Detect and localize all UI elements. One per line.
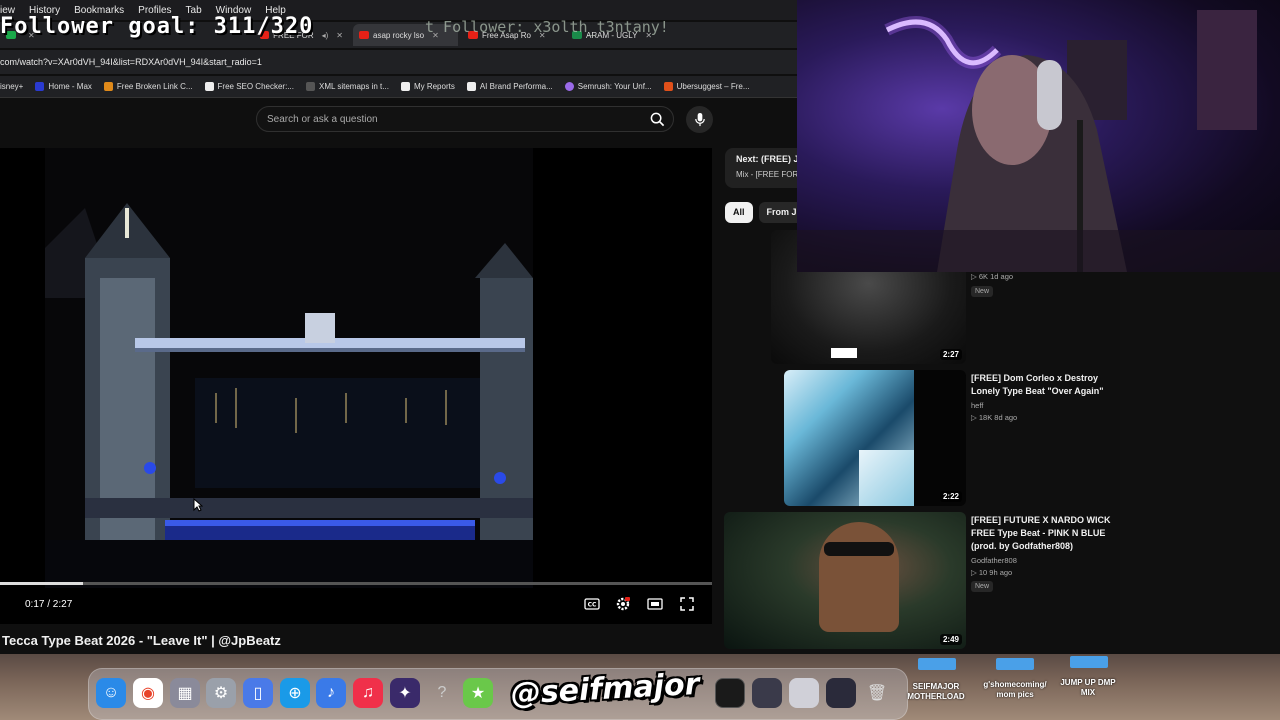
folder-icon[interactable] xyxy=(1070,656,1108,668)
video-frame[interactable] xyxy=(45,148,533,588)
video-player[interactable]: 0:17 / 2:27 CC xyxy=(0,148,712,624)
channel-name[interactable]: heff xyxy=(971,400,983,411)
window-thumbnail-icon[interactable] xyxy=(752,678,782,708)
game-center-icon[interactable]: ★ xyxy=(463,678,493,708)
obs-icon[interactable]: ✦ xyxy=(390,678,420,708)
video-meta: ▷ 6K 1d ago xyxy=(971,272,1014,281)
cc-icon: CC xyxy=(584,598,600,610)
bookmark-item[interactable]: AI Brand Performa... xyxy=(466,82,553,91)
reports-icon xyxy=(400,82,410,91)
captions-button[interactable]: CC xyxy=(582,595,602,613)
desktop-folder[interactable]: g'shomecoming/ mom pics xyxy=(978,680,1052,700)
video-scene xyxy=(45,148,533,588)
bookmark-item[interactable]: XML sitemaps in t... xyxy=(305,82,389,91)
max-icon xyxy=(35,82,45,91)
video-meta: ▷ 18K 8d ago xyxy=(971,413,1018,422)
simulator-icon[interactable]: ▯ xyxy=(243,678,273,708)
speaker-icon[interactable]: ◂) xyxy=(322,31,329,40)
follower-ticker-overlay: t Follower: x3olth_t3ntany! xyxy=(425,18,669,36)
brand-icon xyxy=(466,82,476,91)
channel-name[interactable]: Godfather808 xyxy=(971,555,1017,566)
video-thumbnail[interactable]: 2:22 xyxy=(784,370,966,506)
up-next-card[interactable]: Next: (FREE) J Mix - [FREE FOR xyxy=(725,148,805,188)
youtube-icon xyxy=(359,31,369,39)
search-button[interactable] xyxy=(645,108,669,130)
microphone-icon xyxy=(694,112,705,127)
music-icon[interactable]: ♫ xyxy=(353,678,383,708)
webcam-scene xyxy=(797,10,1280,272)
window-thumbnail-icon[interactable] xyxy=(789,678,819,708)
progress-bar[interactable] xyxy=(0,582,712,585)
screen: { "overlay": { "follower_goal": "Followe… xyxy=(0,0,1280,720)
chrome-icon[interactable]: ◉ xyxy=(133,678,163,708)
help-icon[interactable]: ? xyxy=(427,678,457,708)
fullscreen-icon xyxy=(680,597,694,611)
desktop-folder[interactable]: JUMP UP DMP MIX xyxy=(1056,678,1120,698)
theater-mode-button[interactable] xyxy=(645,595,665,613)
progress-fill xyxy=(0,582,83,585)
up-next-subtitle: Mix - [FREE FOR xyxy=(736,170,799,179)
player-controls: 0:17 / 2:27 CC xyxy=(0,592,712,618)
video-title[interactable]: [FREE] FUTURE X NARDO WICK FREE Type Bea… xyxy=(971,514,1111,553)
video-thumbnail[interactable]: 2:49 xyxy=(724,512,966,649)
bookmark-item[interactable]: Semrush: Your Unf... xyxy=(564,82,652,91)
up-next-title: Next: (FREE) J xyxy=(736,154,799,164)
address-bar[interactable]: com/watch?v=XAr0dVH_94I&list=RDXAr0dVH_9… xyxy=(0,50,800,74)
list-item[interactable]: 2:22 [FREE] Dom Corleo x Destroy Lonely … xyxy=(724,370,1120,508)
voice-search-button[interactable] xyxy=(686,106,713,133)
trash-icon[interactable]: 🗑 xyxy=(862,678,892,708)
video-title[interactable]: [FREE] Dom Corleo x Destroy Lonely Type … xyxy=(971,372,1111,398)
duration-badge: 2:49 xyxy=(939,634,962,645)
bookmark-item[interactable]: Free Broken Link C... xyxy=(103,82,193,91)
streamer-logo: @seifmajor xyxy=(509,666,701,712)
link-icon xyxy=(103,82,113,91)
mouse-cursor-icon xyxy=(193,498,203,512)
finder-icon[interactable]: ☺ xyxy=(96,678,126,708)
settings-button[interactable] xyxy=(613,595,633,613)
bookmarks-bar: isney+ Home - Max Free Broken Link C... … xyxy=(0,76,800,98)
video-meta: ▷ 10 9h ago xyxy=(971,568,1013,577)
bookmark-item[interactable]: isney+ xyxy=(0,82,23,91)
folder-icon[interactable] xyxy=(996,658,1034,670)
bookmark-item[interactable]: Free SEO Checker:... xyxy=(204,82,294,91)
sitemap-icon xyxy=(305,82,315,91)
background-panel xyxy=(1120,272,1280,654)
window-thumbnail-icon[interactable] xyxy=(826,678,856,708)
fullscreen-button[interactable] xyxy=(677,595,697,613)
launchpad-icon[interactable]: ▦ xyxy=(170,678,200,708)
duration-badge: 2:27 xyxy=(939,349,962,360)
logic-icon[interactable]: ♪ xyxy=(316,678,346,708)
list-item[interactable]: 2:49 [FREE] FUTURE X NARDO WICK FREE Typ… xyxy=(724,512,1120,650)
folder-icon[interactable] xyxy=(918,658,956,670)
new-badge: New xyxy=(971,581,994,592)
app-store-icon[interactable]: ⊕ xyxy=(280,678,310,708)
bookmark-item[interactable]: Ubersuggest – Fre... xyxy=(663,82,750,91)
ubersuggest-icon xyxy=(663,82,673,91)
search-input[interactable]: Search or ask a question xyxy=(256,106,674,132)
semrush-icon xyxy=(564,82,574,91)
window-thumbnail-icon[interactable] xyxy=(715,678,745,708)
follower-goal-overlay: Follower goal: 311/320 xyxy=(0,14,314,39)
parental-advisory-label xyxy=(831,348,857,358)
svg-text:CC: CC xyxy=(588,602,597,609)
video-title: Tecca Type Beat 2026 - "Leave It" | @JpB… xyxy=(2,633,281,648)
chip-all[interactable]: All xyxy=(725,202,753,223)
close-icon[interactable]: ✕ xyxy=(336,31,343,40)
bookmark-item[interactable]: My Reports xyxy=(400,82,455,91)
new-badge: New xyxy=(971,286,994,297)
search-icon xyxy=(650,112,664,126)
system-settings-icon[interactable]: ⚙ xyxy=(206,678,236,708)
duration-badge: 2:22 xyxy=(939,491,962,502)
theater-icon xyxy=(647,598,663,610)
desktop-folder[interactable]: SEIFMAJOR MOTHERLOAD xyxy=(898,682,974,702)
webcam-overlay xyxy=(797,0,1280,272)
time-display: 0:17 / 2:27 xyxy=(25,599,73,610)
bookmark-item[interactable]: Home - Max xyxy=(35,82,92,91)
seo-icon xyxy=(204,82,214,91)
search-placeholder: Search or ask a question xyxy=(267,113,378,125)
recommendations-list: 2:27 ▷ 6K 1d ago New 2:22 [FREE] Dom Cor… xyxy=(724,230,1120,654)
gear-icon xyxy=(616,597,630,611)
url-text: com/watch?v=XAr0dVH_94I&list=RDXAr0dVH_9… xyxy=(0,57,262,67)
